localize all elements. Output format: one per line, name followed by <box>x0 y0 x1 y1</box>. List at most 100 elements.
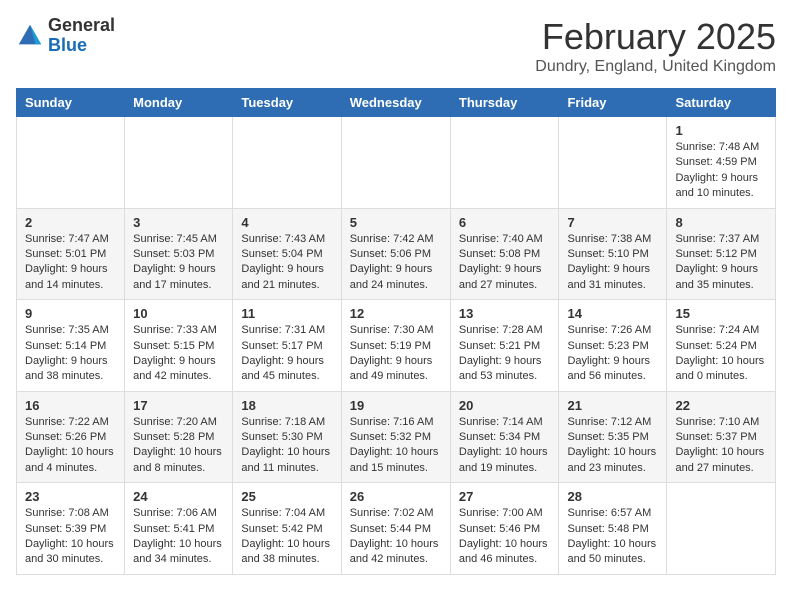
day-number: 2 <box>25 215 116 230</box>
header-sunday: Sunday <box>17 89 125 117</box>
day-info: Sunrise: 7:22 AMSunset: 5:26 PMDaylight:… <box>25 415 116 477</box>
day-number: 3 <box>133 215 224 230</box>
day-number: 28 <box>567 489 658 504</box>
calendar-cell: 20 Sunrise: 7:14 AMSunset: 5:34 PMDaylig… <box>450 391 559 483</box>
day-number: 22 <box>675 398 767 413</box>
day-info: Sunrise: 7:04 AMSunset: 5:42 PMDaylight:… <box>241 506 332 568</box>
header-tuesday: Tuesday <box>233 89 341 117</box>
calendar-cell <box>17 117 125 209</box>
day-number: 5 <box>350 215 442 230</box>
calendar-cell: 2 Sunrise: 7:47 AMSunset: 5:01 PMDayligh… <box>17 208 125 300</box>
header-saturday: Saturday <box>667 89 776 117</box>
title-area: February 2025 Dundry, England, United Ki… <box>535 16 776 76</box>
day-info: Sunrise: 7:37 AMSunset: 5:12 PMDaylight:… <box>675 232 767 294</box>
calendar-cell: 15 Sunrise: 7:24 AMSunset: 5:24 PMDaylig… <box>667 300 776 392</box>
header-friday: Friday <box>559 89 667 117</box>
month-title: February 2025 <box>535 16 776 58</box>
header-monday: Monday <box>125 89 233 117</box>
day-info: Sunrise: 7:31 AMSunset: 5:17 PMDaylight:… <box>241 323 332 385</box>
day-info: Sunrise: 7:33 AMSunset: 5:15 PMDaylight:… <box>133 323 224 385</box>
calendar-cell <box>667 483 776 575</box>
day-number: 19 <box>350 398 442 413</box>
calendar-cell: 28 Sunrise: 6:57 AMSunset: 5:48 PMDaylig… <box>559 483 667 575</box>
calendar-cell: 7 Sunrise: 7:38 AMSunset: 5:10 PMDayligh… <box>559 208 667 300</box>
calendar-cell: 16 Sunrise: 7:22 AMSunset: 5:26 PMDaylig… <box>17 391 125 483</box>
header-thursday: Thursday <box>450 89 559 117</box>
calendar-week-row: 1 Sunrise: 7:48 AMSunset: 4:59 PMDayligh… <box>17 117 776 209</box>
day-info: Sunrise: 7:43 AMSunset: 5:04 PMDaylight:… <box>241 232 332 294</box>
logo: General Blue <box>16 16 115 56</box>
calendar-cell <box>233 117 341 209</box>
day-number: 10 <box>133 306 224 321</box>
calendar-cell <box>559 117 667 209</box>
day-info: Sunrise: 7:35 AMSunset: 5:14 PMDaylight:… <box>25 323 116 385</box>
day-info: Sunrise: 7:20 AMSunset: 5:28 PMDaylight:… <box>133 415 224 477</box>
calendar-cell <box>341 117 450 209</box>
day-number: 17 <box>133 398 224 413</box>
day-info: Sunrise: 7:08 AMSunset: 5:39 PMDaylight:… <box>25 506 116 568</box>
calendar-cell: 18 Sunrise: 7:18 AMSunset: 5:30 PMDaylig… <box>233 391 341 483</box>
day-number: 6 <box>459 215 551 230</box>
day-number: 23 <box>25 489 116 504</box>
day-number: 27 <box>459 489 551 504</box>
calendar-cell: 25 Sunrise: 7:04 AMSunset: 5:42 PMDaylig… <box>233 483 341 575</box>
day-number: 20 <box>459 398 551 413</box>
day-number: 24 <box>133 489 224 504</box>
day-number: 9 <box>25 306 116 321</box>
day-info: Sunrise: 7:45 AMSunset: 5:03 PMDaylight:… <box>133 232 224 294</box>
day-info: Sunrise: 7:38 AMSunset: 5:10 PMDaylight:… <box>567 232 658 294</box>
day-info: Sunrise: 7:26 AMSunset: 5:23 PMDaylight:… <box>567 323 658 385</box>
calendar-header-row: Sunday Monday Tuesday Wednesday Thursday… <box>17 89 776 117</box>
day-info: Sunrise: 7:16 AMSunset: 5:32 PMDaylight:… <box>350 415 442 477</box>
day-number: 1 <box>675 123 767 138</box>
header: General Blue February 2025 Dundry, Engla… <box>16 16 776 76</box>
logo-general: General <box>48 15 115 35</box>
calendar-week-row: 23 Sunrise: 7:08 AMSunset: 5:39 PMDaylig… <box>17 483 776 575</box>
calendar-cell: 5 Sunrise: 7:42 AMSunset: 5:06 PMDayligh… <box>341 208 450 300</box>
calendar-cell: 4 Sunrise: 7:43 AMSunset: 5:04 PMDayligh… <box>233 208 341 300</box>
logo-icon <box>16 22 44 50</box>
calendar-cell: 12 Sunrise: 7:30 AMSunset: 5:19 PMDaylig… <box>341 300 450 392</box>
calendar-cell: 8 Sunrise: 7:37 AMSunset: 5:12 PMDayligh… <box>667 208 776 300</box>
day-info: Sunrise: 7:10 AMSunset: 5:37 PMDaylight:… <box>675 415 767 477</box>
day-number: 13 <box>459 306 551 321</box>
day-number: 12 <box>350 306 442 321</box>
day-info: Sunrise: 7:40 AMSunset: 5:08 PMDaylight:… <box>459 232 551 294</box>
day-info: Sunrise: 7:18 AMSunset: 5:30 PMDaylight:… <box>241 415 332 477</box>
calendar-cell: 3 Sunrise: 7:45 AMSunset: 5:03 PMDayligh… <box>125 208 233 300</box>
day-info: Sunrise: 7:12 AMSunset: 5:35 PMDaylight:… <box>567 415 658 477</box>
logo-text: General Blue <box>48 16 115 56</box>
day-info: Sunrise: 7:42 AMSunset: 5:06 PMDaylight:… <box>350 232 442 294</box>
calendar-cell: 1 Sunrise: 7:48 AMSunset: 4:59 PMDayligh… <box>667 117 776 209</box>
calendar-cell: 6 Sunrise: 7:40 AMSunset: 5:08 PMDayligh… <box>450 208 559 300</box>
day-info: Sunrise: 7:47 AMSunset: 5:01 PMDaylight:… <box>25 232 116 294</box>
day-number: 25 <box>241 489 332 504</box>
calendar-cell: 23 Sunrise: 7:08 AMSunset: 5:39 PMDaylig… <box>17 483 125 575</box>
calendar-cell <box>450 117 559 209</box>
day-number: 8 <box>675 215 767 230</box>
day-number: 21 <box>567 398 658 413</box>
day-number: 11 <box>241 306 332 321</box>
calendar-cell: 9 Sunrise: 7:35 AMSunset: 5:14 PMDayligh… <box>17 300 125 392</box>
calendar-week-row: 2 Sunrise: 7:47 AMSunset: 5:01 PMDayligh… <box>17 208 776 300</box>
header-wednesday: Wednesday <box>341 89 450 117</box>
day-number: 4 <box>241 215 332 230</box>
day-number: 18 <box>241 398 332 413</box>
calendar-cell: 21 Sunrise: 7:12 AMSunset: 5:35 PMDaylig… <box>559 391 667 483</box>
day-info: Sunrise: 7:02 AMSunset: 5:44 PMDaylight:… <box>350 506 442 568</box>
logo-blue: Blue <box>48 35 87 55</box>
calendar-cell: 17 Sunrise: 7:20 AMSunset: 5:28 PMDaylig… <box>125 391 233 483</box>
day-info: Sunrise: 6:57 AMSunset: 5:48 PMDaylight:… <box>567 506 658 568</box>
calendar-cell: 10 Sunrise: 7:33 AMSunset: 5:15 PMDaylig… <box>125 300 233 392</box>
calendar-cell: 26 Sunrise: 7:02 AMSunset: 5:44 PMDaylig… <box>341 483 450 575</box>
day-number: 16 <box>25 398 116 413</box>
calendar-week-row: 9 Sunrise: 7:35 AMSunset: 5:14 PMDayligh… <box>17 300 776 392</box>
day-info: Sunrise: 7:24 AMSunset: 5:24 PMDaylight:… <box>675 323 767 385</box>
day-number: 26 <box>350 489 442 504</box>
calendar-cell: 27 Sunrise: 7:00 AMSunset: 5:46 PMDaylig… <box>450 483 559 575</box>
day-number: 15 <box>675 306 767 321</box>
calendar: Sunday Monday Tuesday Wednesday Thursday… <box>16 88 776 575</box>
day-info: Sunrise: 7:14 AMSunset: 5:34 PMDaylight:… <box>459 415 551 477</box>
calendar-cell <box>125 117 233 209</box>
day-info: Sunrise: 7:06 AMSunset: 5:41 PMDaylight:… <box>133 506 224 568</box>
